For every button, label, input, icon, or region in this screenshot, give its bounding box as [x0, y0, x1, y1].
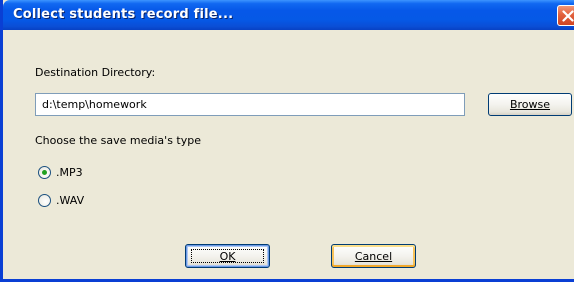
- mp3-label: .MP3: [56, 166, 83, 179]
- cancel-button-label: Cancel: [354, 249, 393, 263]
- browse-button[interactable]: Browse: [488, 93, 572, 116]
- radio-option-wav[interactable]: .WAV: [38, 194, 84, 207]
- mp3-radio[interactable]: [38, 166, 51, 179]
- focus-rectangle: [191, 249, 264, 263]
- wav-label: .WAV: [56, 194, 85, 207]
- wav-radio[interactable]: [38, 194, 51, 207]
- browse-button-label: Browse: [509, 98, 551, 111]
- window-title: Collect students record file...: [13, 7, 234, 22]
- cancel-button[interactable]: Cancel: [331, 244, 416, 268]
- destination-directory-input[interactable]: [35, 93, 465, 116]
- media-type-prompt: Choose the save media's type: [35, 134, 201, 147]
- close-button[interactable]: [557, 5, 574, 26]
- destination-label: Destination Directory:: [35, 66, 156, 79]
- close-icon: [562, 10, 574, 22]
- ok-button[interactable]: OK: [185, 244, 270, 268]
- title-bar[interactable]: Collect students record file...: [3, 0, 574, 30]
- radio-option-mp3[interactable]: .MP3: [38, 166, 83, 179]
- dialog-window: Collect students record file... Destinat…: [0, 0, 574, 282]
- radio-selected-dot: [42, 170, 47, 175]
